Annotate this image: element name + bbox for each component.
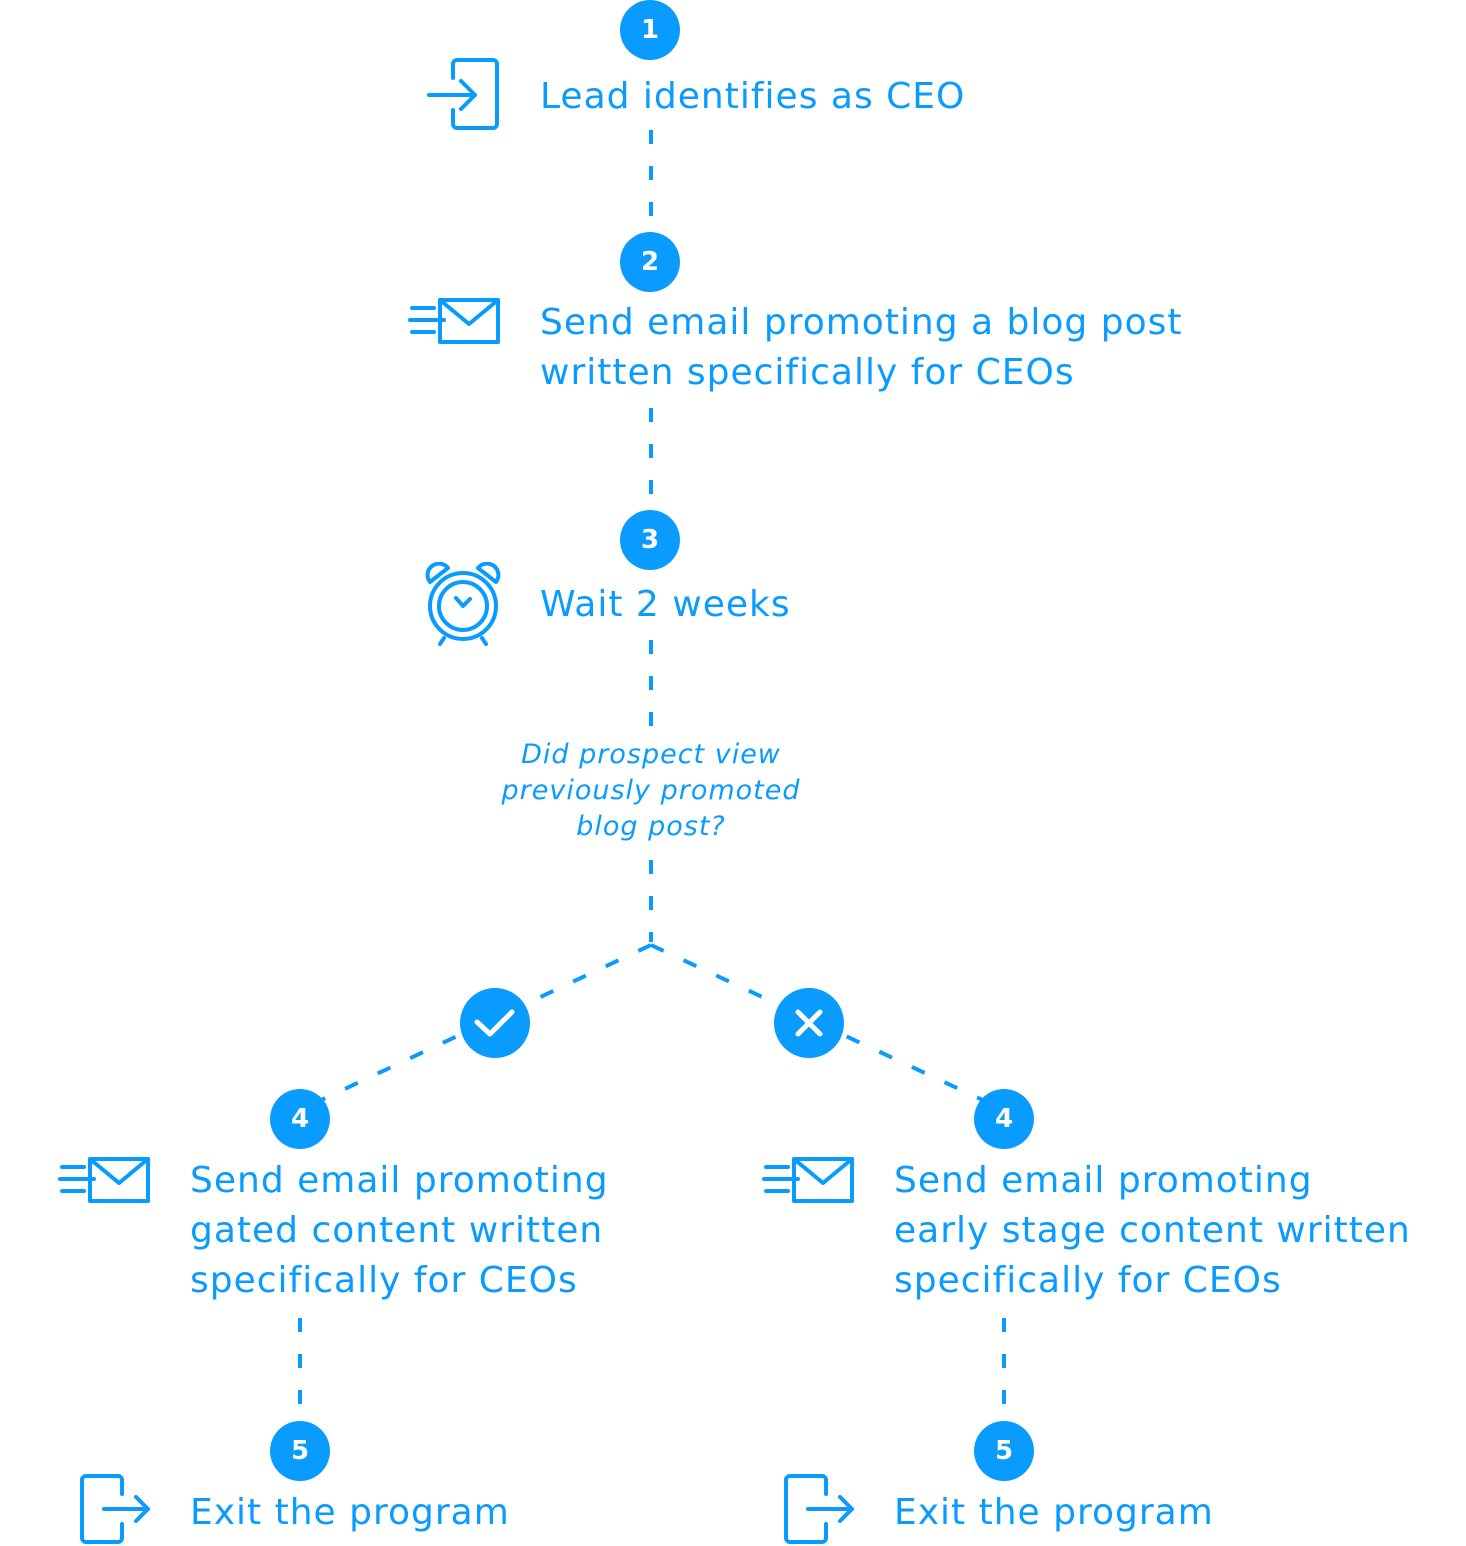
step-number: 1: [640, 15, 660, 45]
step-number: 2: [640, 247, 660, 277]
step-number: 5: [994, 1436, 1014, 1466]
step-5-no-label: Exit the program: [894, 1492, 1214, 1533]
exit-icon: [80, 1474, 150, 1544]
step-number: 5: [290, 1436, 310, 1466]
yes-branch-marker: [460, 988, 530, 1058]
alarm-clock-icon: [425, 562, 501, 646]
step-number: 4: [994, 1104, 1014, 1134]
exit-icon: [784, 1474, 854, 1544]
step-5-yes-badge: 5: [270, 1421, 330, 1481]
no-branch-marker: [774, 988, 844, 1058]
step-2-label: Send email promoting a blog post written…: [540, 302, 1183, 393]
step-1-label: Lead identifies as CEO: [540, 76, 966, 117]
enter-icon: [427, 58, 499, 130]
step-4-no-badge: 4: [974, 1089, 1034, 1149]
step-4-no-label: Send email promoting early stage content…: [894, 1160, 1411, 1301]
step-4-yes-label: Send email promoting gated content writt…: [190, 1160, 609, 1301]
step-number: 3: [640, 525, 660, 555]
send-email-icon: [408, 298, 500, 344]
step-3-label: Wait 2 weeks: [540, 584, 791, 625]
step-5-yes-label: Exit the program: [190, 1492, 510, 1533]
close-icon: [795, 1009, 823, 1037]
step-2-badge: 2: [620, 232, 680, 292]
step-4-yes-badge: 4: [270, 1089, 330, 1149]
send-email-icon: [762, 1157, 854, 1203]
step-3-badge: 3: [620, 510, 680, 570]
decision-question: Did prospect view previously promoted bl…: [501, 739, 801, 842]
step-1-badge: 1: [620, 0, 680, 60]
step-5-no-badge: 5: [974, 1421, 1034, 1481]
checkmark-icon: [474, 1009, 515, 1037]
send-email-icon: [58, 1157, 150, 1203]
step-number: 4: [290, 1104, 310, 1134]
